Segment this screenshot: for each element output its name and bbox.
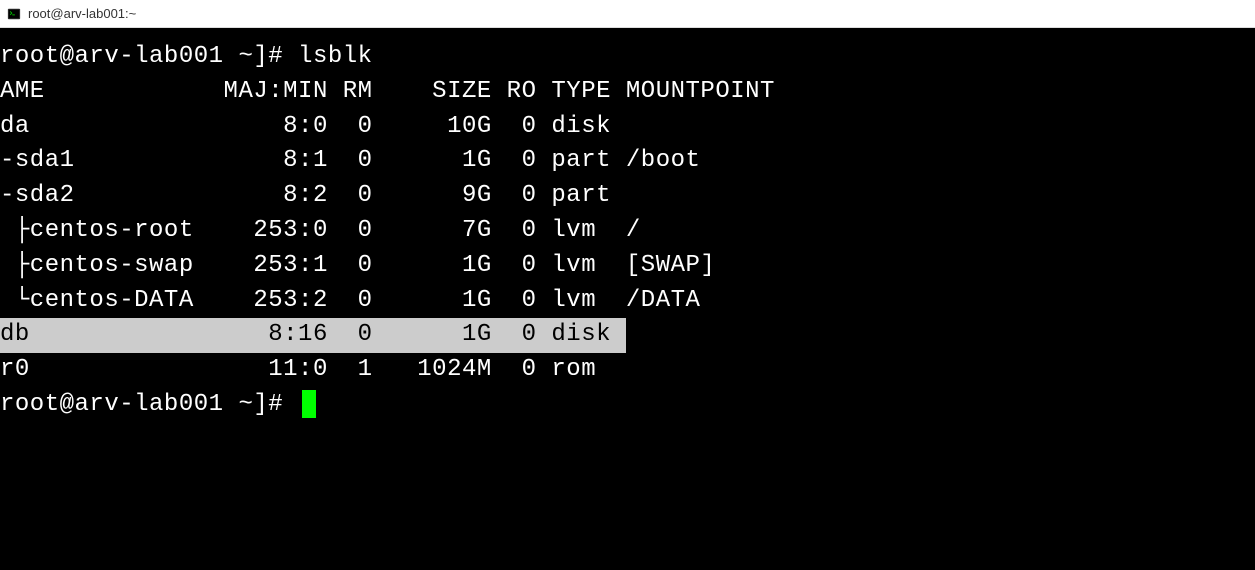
cursor <box>302 390 316 418</box>
window-title: root@arv-lab001:~ <box>28 6 136 21</box>
lsblk-row: -sda2 8:2 0 9G 0 part <box>0 179 1255 214</box>
prompt-line: root@arv-lab001 ~]# lsblk <box>0 40 1255 75</box>
lsblk-row: -sda1 8:1 0 1G 0 part /boot <box>0 144 1255 179</box>
lsblk-row: └centos-DATA 253:2 0 1G 0 lvm /DATA <box>0 284 1255 319</box>
lsblk-row: ├centos-swap 253:1 0 1G 0 lvm [SWAP] <box>0 249 1255 284</box>
lsblk-row: ├centos-root 253:0 0 7G 0 lvm / <box>0 214 1255 249</box>
lsblk-row: da 8:0 0 10G 0 disk <box>0 110 1255 145</box>
prompt-line: root@arv-lab001 ~]# <box>0 388 1255 423</box>
terminal-icon <box>6 6 22 22</box>
lsblk-row: db 8:16 0 1G 0 disk <box>0 318 1255 353</box>
lsblk-header: AME MAJ:MIN RM SIZE RO TYPE MOUNTPOINT <box>0 75 1255 110</box>
terminal-output[interactable]: root@arv-lab001 ~]# lsblkAME MAJ:MIN RM … <box>0 28 1255 570</box>
lsblk-row: r0 11:0 1 1024M 0 rom <box>0 353 1255 388</box>
window-title-bar: root@arv-lab001:~ <box>0 0 1255 28</box>
